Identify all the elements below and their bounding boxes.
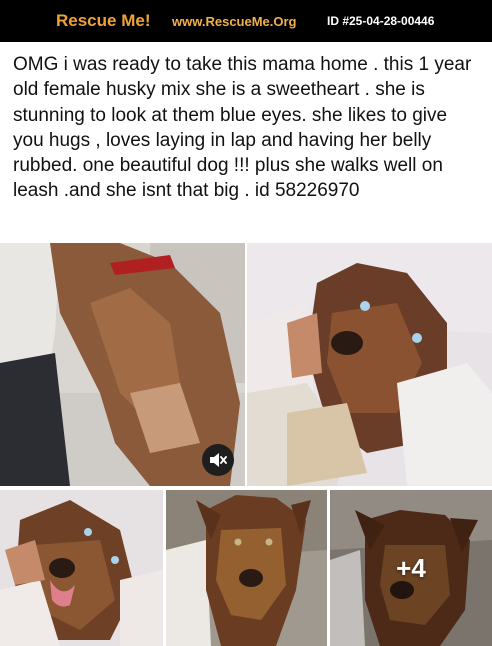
photo-dog-lap[interactable] [247,243,492,486]
speaker-muted-icon [210,453,227,467]
photo-dog-held[interactable] [0,490,163,646]
post-description: OMG i was ready to take this mama home .… [13,54,472,202]
mute-button[interactable] [202,444,234,476]
photo-dog-portrait[interactable] [166,490,327,646]
more-photos-count: +4 [396,552,426,583]
site-link[interactable]: www.RescueMe.Org [172,14,297,29]
more-photos-overlay[interactable]: +4 [330,490,492,646]
pet-id: ID #25-04-28-00446 [327,14,435,28]
header-bar: Rescue Me! www.RescueMe.Org ID #25-04-28… [0,0,492,42]
brand-logo[interactable]: Rescue Me! [56,11,150,31]
